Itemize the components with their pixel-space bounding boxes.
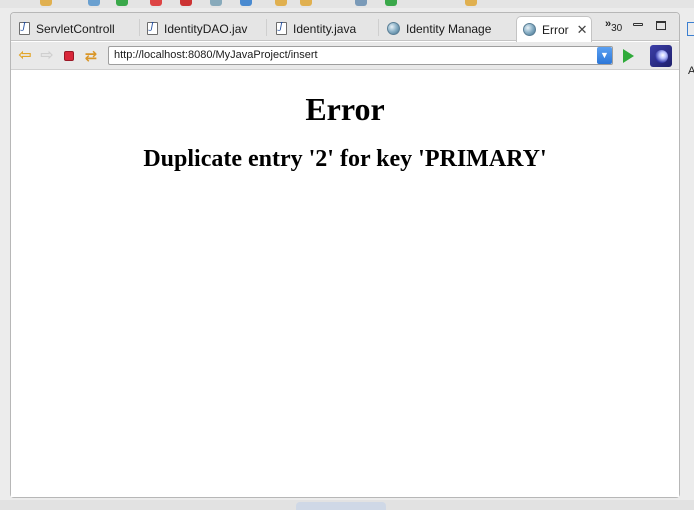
page-title: Error [305, 91, 385, 127]
error-message: Duplicate entry '2' for key 'PRIMARY' [143, 146, 547, 172]
tab-identity-manage[interactable]: Identity Manage [381, 16, 511, 41]
right-side-panel [684, 12, 694, 510]
side-panel-label: A [688, 65, 694, 77]
eclipse-logo-icon [654, 49, 668, 63]
editor-area: ServletControll IdentityDAO.jav Identity… [10, 12, 680, 498]
java-file-icon [276, 22, 287, 35]
java-file-icon [19, 22, 30, 35]
back-arrow-icon: ⇦ [18, 47, 32, 64]
go-button[interactable] [623, 49, 634, 63]
tab-divider [266, 19, 267, 36]
tab-label: Identity.java [293, 21, 357, 36]
url-history-dropdown[interactable]: ▼ [597, 47, 612, 64]
chevron-down-icon: ▼ [600, 50, 609, 60]
tab-identity-java[interactable]: Identity.java [270, 16, 378, 41]
bottom-panel-tab[interactable] [296, 502, 386, 510]
url-input[interactable]: http://localhost:8080/MyJavaProject/inse… [108, 46, 613, 65]
tab-overflow-button[interactable]: » 30 [605, 18, 622, 34]
java-file-icon [147, 22, 158, 35]
chevron-double-right-icon: » [605, 18, 611, 30]
tab-label: IdentityDAO.jav [164, 21, 248, 36]
forward-button[interactable]: ⇨ [38, 47, 56, 65]
forward-arrow-icon: ⇨ [40, 47, 54, 64]
close-tab-icon[interactable]: ✕ [577, 22, 588, 38]
editor-tab-bar: ServletControll IdentityDAO.jav Identity… [11, 13, 679, 42]
web-page-content: Error Duplicate entry '2' for key 'PRIMA… [11, 71, 679, 497]
hidden-tab-count: 30 [611, 23, 623, 34]
globe-icon [387, 22, 400, 35]
outline-view-icon[interactable] [687, 22, 694, 36]
tab-error[interactable]: Error ✕ [516, 16, 592, 42]
tab-label: ServletControll [36, 21, 115, 36]
globe-icon [523, 23, 536, 36]
refresh-icon: ⇄ [84, 48, 98, 65]
browser-toolbar: ⇦ ⇨ ⇄ http://localhost:8080/MyJavaProjec… [11, 42, 679, 70]
maximize-button[interactable] [656, 21, 666, 30]
eclipse-window: ServletControll IdentityDAO.jav Identity… [0, 0, 694, 510]
eclipse-browser-button[interactable] [650, 45, 672, 67]
tab-label: Identity Manage [406, 21, 492, 36]
refresh-button[interactable]: ⇄ [82, 47, 100, 65]
minimize-button[interactable] [633, 23, 643, 26]
back-button[interactable]: ⇦ [16, 47, 34, 65]
stop-button[interactable] [60, 47, 78, 65]
tab-divider [139, 19, 140, 36]
tab-servletcontroller[interactable]: ServletControll [13, 16, 138, 41]
tab-divider [378, 19, 379, 36]
stop-icon [64, 51, 74, 61]
tab-identitydao[interactable]: IdentityDAO.jav [141, 16, 269, 41]
main-toolbar-cropped [0, 0, 694, 8]
tab-label: Error [542, 22, 569, 37]
